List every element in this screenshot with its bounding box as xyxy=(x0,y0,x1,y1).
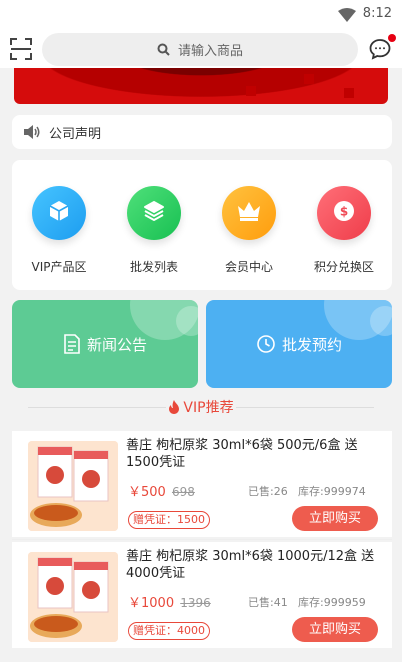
message-badge xyxy=(388,34,396,42)
menu-label: 批发列表 xyxy=(129,260,178,274)
document-icon xyxy=(63,334,81,354)
menu-item-member-center[interactable]: 会员中心 xyxy=(209,186,289,276)
menu-icon-circle xyxy=(222,186,276,240)
menu-icon-circle xyxy=(127,186,181,240)
voucher-badge: 赠凭证：1500 xyxy=(128,511,210,529)
product-card[interactable]: 善庄 枸杞原浆 30ml*6袋 500元/6盒 送1500凭证 ￥500 698… xyxy=(12,431,392,537)
banner-decoration xyxy=(246,86,256,96)
notice-bar[interactable]: 公司声明 xyxy=(12,115,392,149)
layers-icon xyxy=(142,199,166,227)
product-price: ￥500 698 xyxy=(128,481,195,500)
product-image xyxy=(28,441,118,531)
title-divider xyxy=(236,407,374,408)
search-placeholder: 请输入商品 xyxy=(177,44,243,59)
search-icon xyxy=(157,43,170,56)
price-original: 698 xyxy=(171,485,195,499)
wholesale-booking-button[interactable]: 批发预约 xyxy=(206,300,392,388)
product-name: 善庄 枸杞原浆 30ml*6袋 1000元/12盒 送4000凭证 xyxy=(126,549,375,581)
section-title: VIP推荐 xyxy=(0,396,402,418)
banner-decoration xyxy=(304,74,314,84)
price-current: ￥500 xyxy=(128,485,166,500)
status-bar: 8:12 xyxy=(0,0,402,30)
menu-icon-circle: $ xyxy=(317,186,371,240)
feature-label: 新闻公告 xyxy=(86,335,147,354)
search-input[interactable]: 请输入商品 xyxy=(42,33,358,66)
banner[interactable] xyxy=(14,68,388,104)
section-title-text: VIP推荐 xyxy=(183,400,234,416)
stock-count: 库存:999959 xyxy=(298,596,366,609)
status-time: 8:12 xyxy=(362,6,392,21)
price-original: 1396 xyxy=(180,596,211,610)
fire-icon xyxy=(168,400,180,414)
buy-now-button[interactable]: 立即购买 xyxy=(292,506,378,531)
speaker-icon xyxy=(23,125,41,139)
price-current: ￥1000 xyxy=(128,596,175,611)
wifi-icon xyxy=(338,7,356,26)
title-divider xyxy=(28,407,166,408)
banner-decoration xyxy=(344,88,354,98)
voucher-badge: 赠凭证：4000 xyxy=(128,622,210,640)
product-name: 善庄 枸杞原浆 30ml*6袋 500元/6盒 送1500凭证 xyxy=(126,438,358,470)
menu-label: 会员中心 xyxy=(224,260,273,274)
menu-grid: VIP产品区 批发列表 会员中心 $ 积分兑换区 xyxy=(12,160,392,290)
sold-count: 已售:41 xyxy=(248,596,288,609)
svg-text:$: $ xyxy=(340,205,348,219)
product-image xyxy=(28,552,118,642)
menu-item-points-exchange[interactable]: $ 积分兑换区 xyxy=(304,186,384,276)
scan-icon[interactable] xyxy=(10,38,32,60)
decor-bubble xyxy=(370,306,392,336)
menu-label: VIP产品区 xyxy=(31,260,87,274)
decor-bubble xyxy=(176,306,198,336)
menu-item-wholesale-list[interactable]: 批发列表 xyxy=(114,186,194,276)
menu-item-vip-products[interactable]: VIP产品区 xyxy=(19,186,99,276)
feature-label: 批发预约 xyxy=(281,335,342,354)
divider xyxy=(12,539,392,540)
clock-icon xyxy=(256,334,276,354)
stock-count: 库存:999974 xyxy=(298,485,366,498)
notice-text: 公司声明 xyxy=(49,126,102,142)
menu-icon-circle xyxy=(32,186,86,240)
product-price: ￥1000 1396 xyxy=(128,592,211,611)
top-bar: 请输入商品 xyxy=(0,30,402,68)
product-card[interactable]: 善庄 枸杞原浆 30ml*6袋 1000元/12盒 送4000凭证 ￥1000 … xyxy=(12,542,392,648)
sold-count: 已售:26 xyxy=(248,485,288,498)
news-announcement-button[interactable]: 新闻公告 xyxy=(12,300,198,388)
menu-label: 积分兑换区 xyxy=(313,260,374,274)
crown-icon xyxy=(236,200,262,226)
buy-now-button[interactable]: 立即购买 xyxy=(292,617,378,642)
coin-icon: $ xyxy=(332,199,356,227)
cube-icon xyxy=(47,199,71,227)
